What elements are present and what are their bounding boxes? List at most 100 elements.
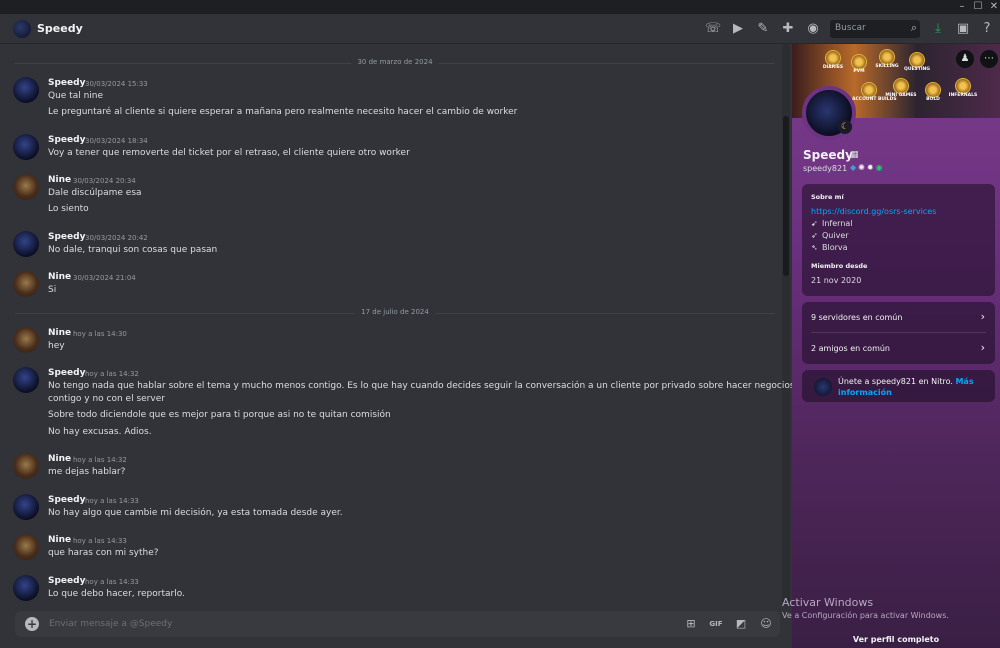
- badge-label: QUESTING: [904, 67, 930, 72]
- nitro-badge-icon[interactable]: ✺: [858, 163, 867, 172]
- user-profile-icon[interactable]: ◉: [804, 20, 822, 38]
- bow-icon: ➹: [811, 219, 818, 228]
- member-since-heading: Miembro desde: [811, 262, 868, 270]
- banner-badge: PVM: [846, 54, 872, 76]
- video-camera-icon[interactable]: ▶: [729, 20, 747, 38]
- server-tag-icon[interactable]: ▦: [850, 150, 859, 160]
- message-author[interactable]: Speedy: [48, 495, 85, 505]
- add-friend-icon[interactable]: ♟: [956, 50, 974, 68]
- message-composer[interactable]: + Enviar mensaje a @Speedy ⊞ GIF ◩ ☺: [15, 611, 780, 637]
- badge-label: PVM: [853, 69, 865, 74]
- about-me-heading: Sobre mí: [811, 193, 844, 201]
- about-me-link[interactable]: https://discord.gg/osrs-services: [811, 207, 936, 216]
- message-author[interactable]: Speedy: [48, 576, 85, 586]
- avatar[interactable]: [13, 231, 39, 257]
- message-text: que haras con mi sythe?: [48, 548, 159, 558]
- maximize-button[interactable]: ☐: [971, 1, 985, 13]
- search-placeholder: Buscar: [835, 23, 866, 33]
- chat-area: 30 de marzo de 2024 Speedy 30/03/2024 15…: [0, 44, 792, 648]
- user-profile-panel: DIARIES PVM SKILLING QUESTING ACCOUNT BU…: [792, 44, 1000, 648]
- nitro-promo-card[interactable]: Únete a speedy821 en Nitro. Más informac…: [802, 370, 995, 402]
- avatar[interactable]: [13, 494, 39, 520]
- message-text: Dale discúlpame esa: [48, 188, 142, 198]
- message-author[interactable]: Speedy: [48, 78, 85, 88]
- minimize-button[interactable]: –: [955, 1, 969, 13]
- message-text: Le preguntaré al cliente si quiere esper…: [48, 107, 518, 117]
- search-icon: ⌕: [910, 21, 917, 34]
- attach-plus-icon[interactable]: +: [25, 617, 39, 631]
- close-window-button[interactable]: ✕: [987, 1, 1000, 13]
- add-friend-icon[interactable]: ✚: [779, 20, 797, 38]
- view-full-profile-button[interactable]: Ver perfil completo: [792, 635, 1000, 644]
- pin-icon[interactable]: ✎: [754, 20, 772, 38]
- avatar[interactable]: [13, 20, 31, 38]
- mutual-friends-button[interactable]: 2 amigos en común: [811, 344, 890, 353]
- gift-icon[interactable]: ⊞: [683, 616, 699, 632]
- avatar[interactable]: [13, 453, 39, 479]
- avatar[interactable]: [13, 77, 39, 103]
- about-me-item: ➹ Infernal: [811, 219, 853, 228]
- profile-badges: ◆✺✹◉: [850, 163, 885, 172]
- message-author[interactable]: Nine: [48, 535, 71, 545]
- message-author[interactable]: Speedy: [48, 368, 85, 378]
- message-author[interactable]: Nine: [48, 454, 71, 464]
- mutual-servers-button[interactable]: 9 servidores en común: [811, 313, 902, 322]
- message-input[interactable]: Enviar mensaje a @Speedy: [49, 619, 172, 629]
- boost-badge-icon[interactable]: ✹: [867, 163, 876, 172]
- avatar[interactable]: [13, 367, 39, 393]
- sticker-icon[interactable]: ◩: [733, 616, 749, 632]
- page-title[interactable]: Speedy: [37, 22, 83, 35]
- divider: [811, 332, 986, 333]
- message-time: hoy a las 14:33: [85, 578, 139, 586]
- message-author[interactable]: Speedy: [48, 232, 85, 242]
- about-me-item: ➶ Quiver: [811, 231, 849, 240]
- search-input[interactable]: Buscar ⌕: [830, 20, 920, 38]
- message-author[interactable]: Nine: [48, 272, 71, 282]
- message-author[interactable]: Nine: [48, 328, 71, 338]
- profile-display-name: Speedy: [803, 148, 853, 162]
- date-divider: 17 de julio de 2024: [15, 308, 775, 316]
- message-text: Sobre todo diciendole que es mejor para …: [48, 410, 391, 420]
- more-options-icon[interactable]: ⋯: [980, 50, 998, 68]
- banner-badge: ACCOUNT BUILDS: [852, 82, 897, 104]
- badge-icon: [909, 52, 925, 68]
- badge-icon: [955, 78, 971, 94]
- badge-icon: [893, 78, 909, 94]
- inbox-icon[interactable]: ▣: [954, 20, 972, 38]
- message-time: 30/03/2024 20:42: [85, 234, 148, 242]
- avatar[interactable]: [13, 327, 39, 353]
- date-divider-label: 17 de julio de 2024: [355, 308, 435, 316]
- wing-icon: ➴: [811, 243, 818, 252]
- hypesquad-icon[interactable]: ◆: [850, 163, 858, 172]
- phone-icon[interactable]: ☏: [704, 20, 722, 38]
- message-author[interactable]: Nine: [48, 175, 71, 185]
- message-text: No dale, tranqui son cosas que pasan: [48, 245, 218, 255]
- message-time: 30/03/2024 21:04: [73, 274, 136, 282]
- quest-badge-icon[interactable]: ◉: [876, 163, 885, 172]
- help-icon[interactable]: ?: [978, 20, 996, 38]
- avatar[interactable]: [13, 271, 39, 297]
- member-since-date: 21 nov 2020: [811, 276, 862, 285]
- avatar[interactable]: [13, 534, 39, 560]
- banner-badge: INFERNALS: [949, 78, 977, 100]
- download-icon[interactable]: ⤓: [929, 20, 947, 38]
- message-time: hoy a las 14:32: [85, 370, 139, 378]
- profile-username: speedy821: [803, 164, 848, 173]
- message-text: contigo y no con el server: [48, 394, 165, 404]
- message-text: No hay excusas. Adios.: [48, 427, 152, 437]
- scrollbar-thumb[interactable]: [783, 116, 789, 276]
- message-author[interactable]: Speedy: [48, 135, 85, 145]
- avatar[interactable]: [13, 134, 39, 160]
- banner-badge: QUESTING: [904, 52, 930, 74]
- date-divider: 30 de marzo de 2024: [15, 58, 775, 66]
- gif-button[interactable]: GIF: [708, 616, 724, 632]
- badge-icon: [925, 82, 941, 98]
- message-text: Si: [48, 285, 57, 295]
- badge-label: BOLD: [926, 97, 940, 102]
- badge-icon: [879, 49, 895, 65]
- avatar[interactable]: [13, 575, 39, 601]
- emoji-icon[interactable]: ☺: [758, 616, 774, 632]
- avatar[interactable]: [13, 174, 39, 200]
- about-me-item: ➴ Blorva: [811, 243, 848, 252]
- message-time: hoy a las 14:33: [73, 537, 127, 545]
